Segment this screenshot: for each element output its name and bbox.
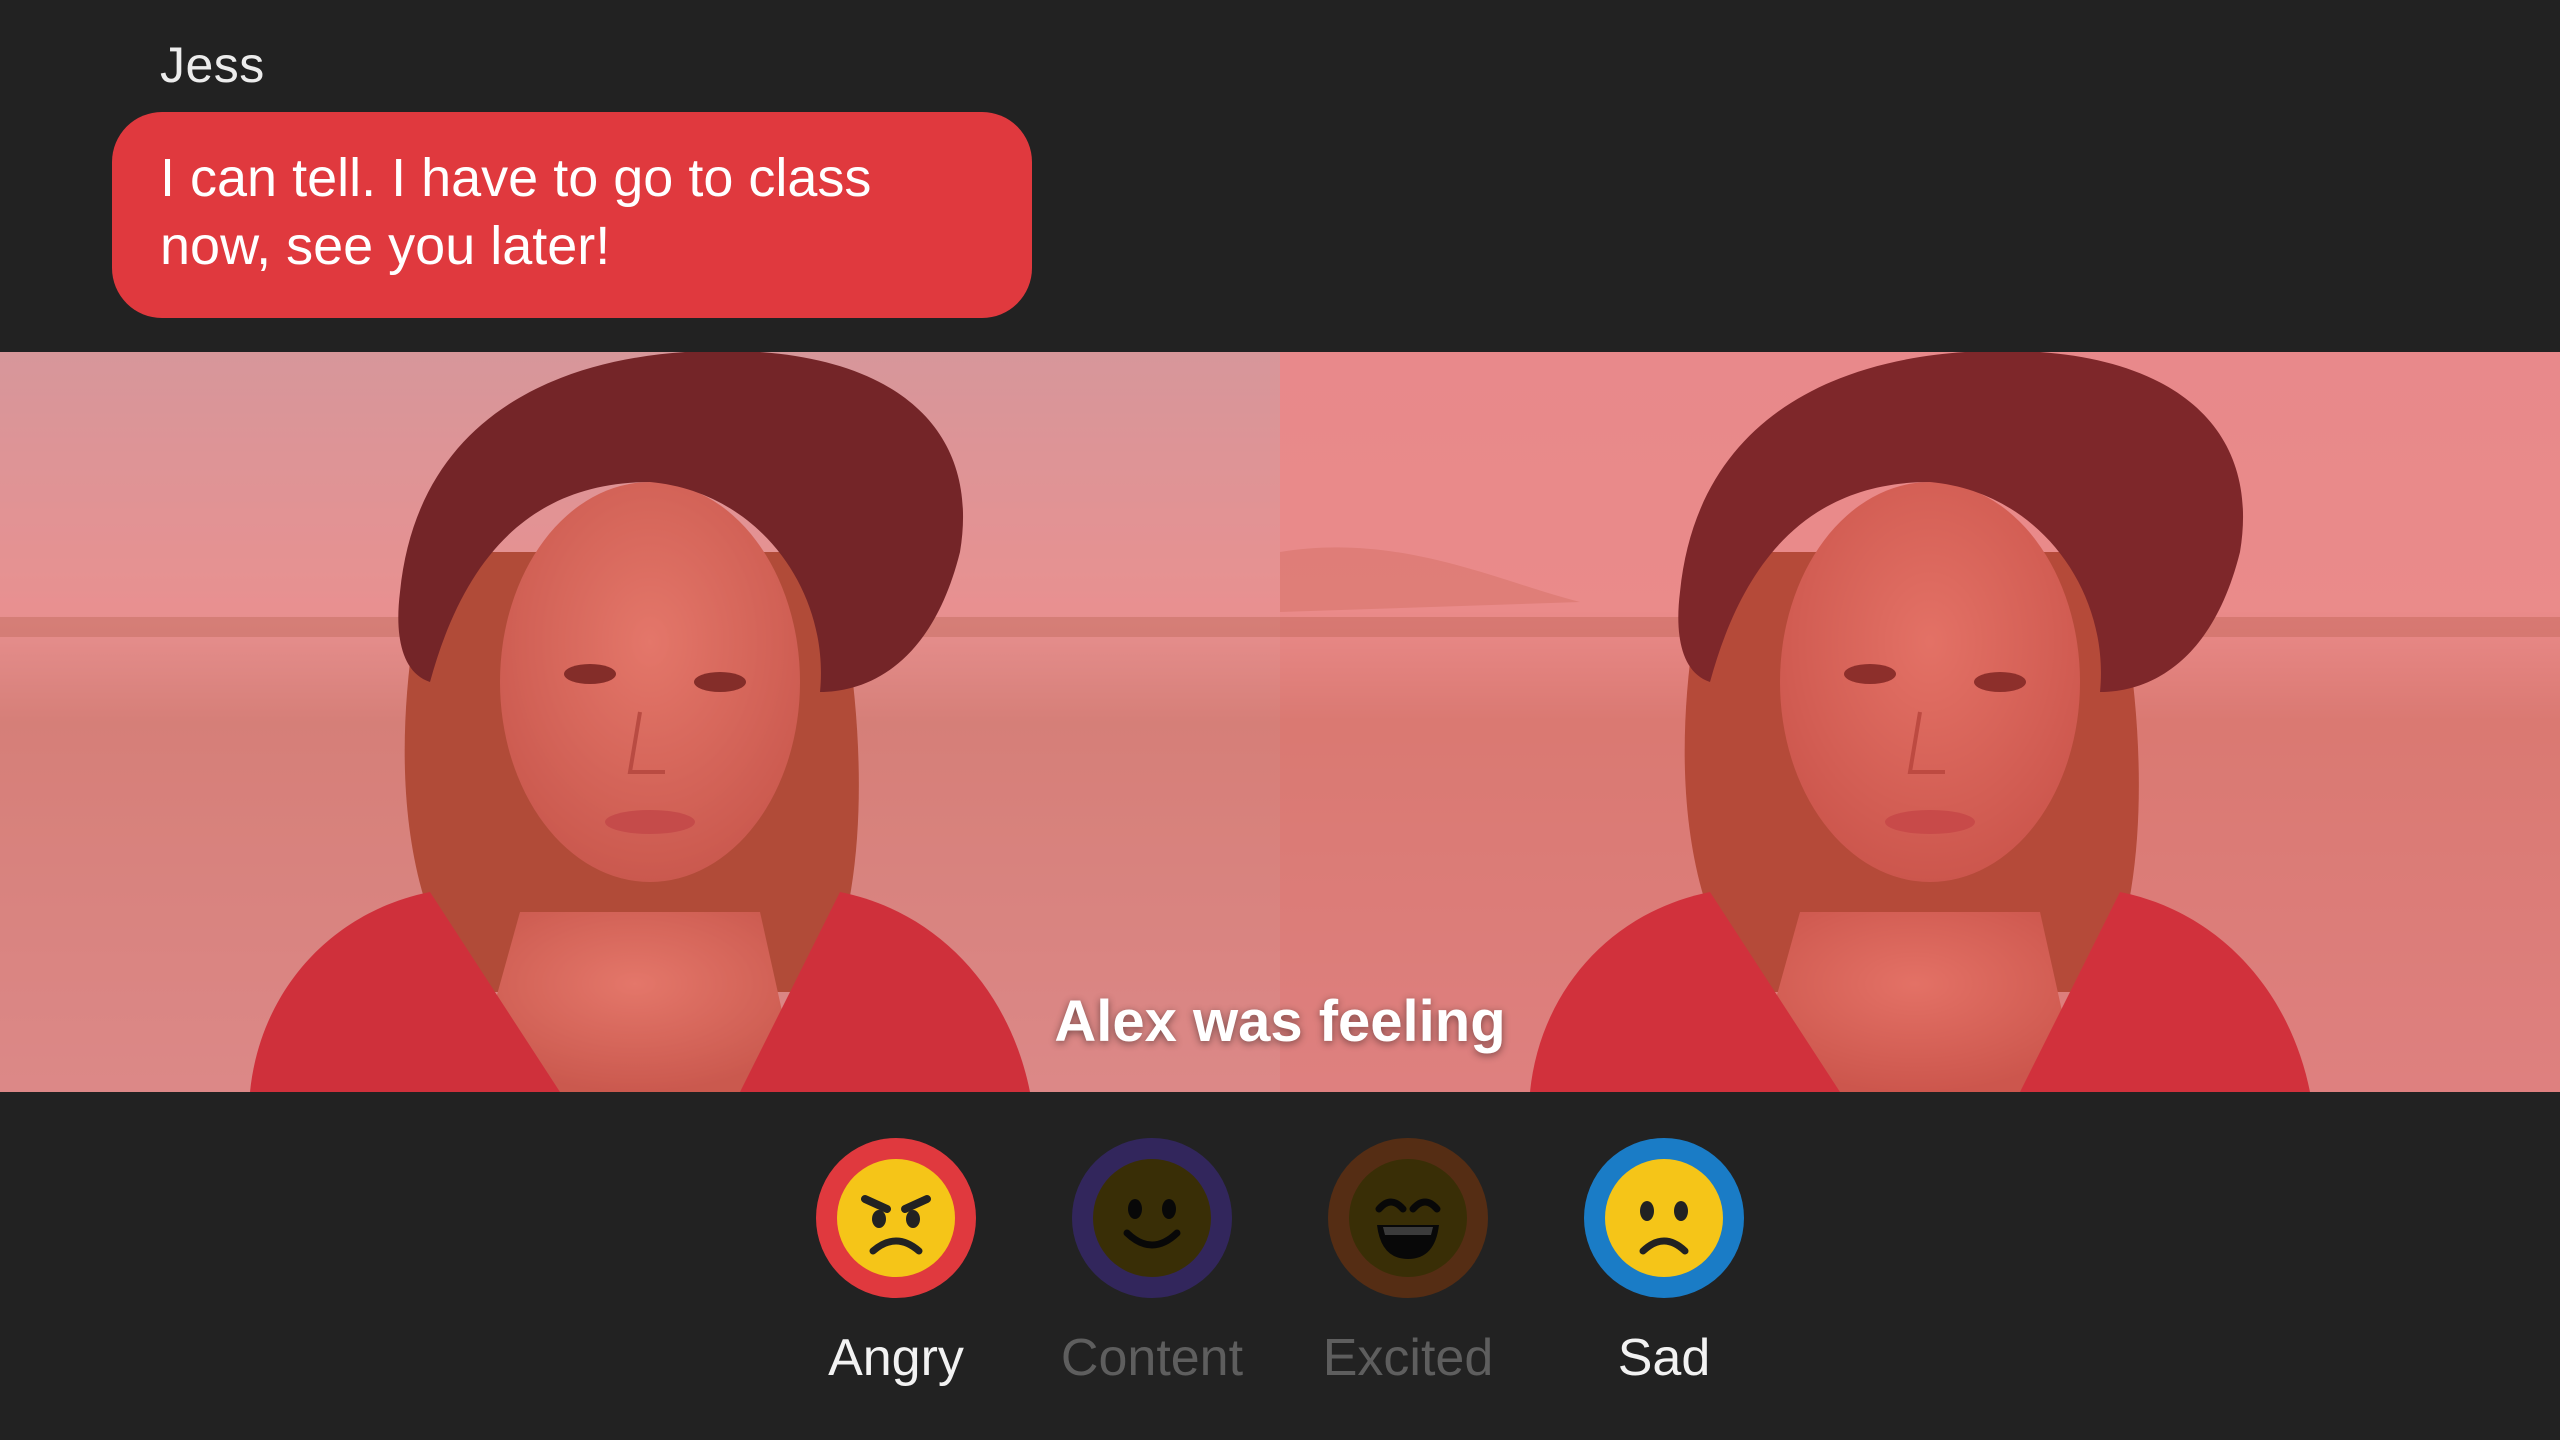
emotion-options: Angry Content Excited Sad [0, 1138, 2560, 1398]
option-ring [1072, 1138, 1232, 1298]
photo-left [0, 352, 1280, 1092]
portrait-image [0, 352, 1280, 1092]
option-sad[interactable]: Sad [1554, 1138, 1774, 1388]
option-ring [1328, 1138, 1488, 1298]
frowning-face-icon [1605, 1159, 1723, 1277]
option-label: Excited [1322, 1329, 1494, 1387]
message-bubble: I can tell. I have to go to class now, s… [112, 112, 1032, 318]
photo-strip [0, 352, 2560, 1092]
option-label: Content [1060, 1329, 1244, 1387]
option-excited[interactable]: Excited [1298, 1138, 1518, 1388]
option-angry[interactable]: Angry [786, 1138, 1006, 1388]
photo-right [1280, 352, 2560, 1092]
option-label: Sad [1617, 1329, 1711, 1387]
question-caption: Alex was feeling [1054, 989, 1506, 1054]
option-content[interactable]: Content [1042, 1138, 1262, 1388]
grinning-face-icon [1349, 1159, 1467, 1277]
sender-name: Jess [160, 37, 265, 93]
option-ring [1584, 1138, 1744, 1298]
emotion-quiz-screen: Jess I can tell. I have to go to class n… [0, 0, 2560, 1440]
portrait-image [1280, 352, 2560, 1092]
option-label: Angry [828, 1329, 964, 1387]
smiling-face-icon [1093, 1159, 1211, 1277]
option-ring [816, 1138, 976, 1298]
angry-face-icon [837, 1159, 955, 1277]
